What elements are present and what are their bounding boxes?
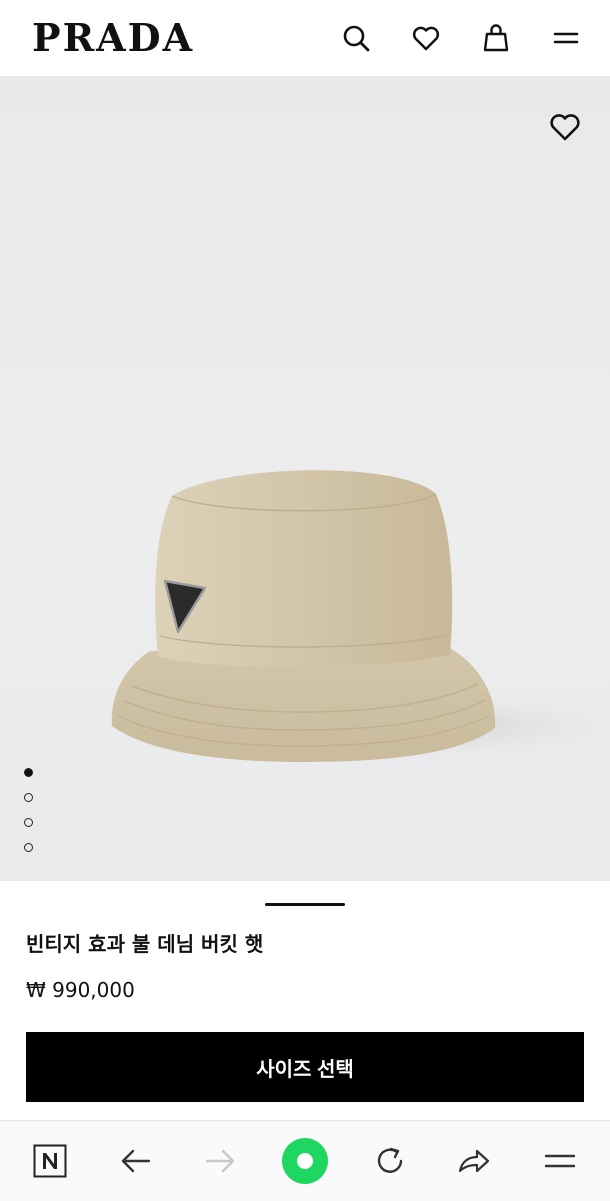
menu-icon[interactable]: [550, 22, 582, 54]
sheet-drag-handle[interactable]: [265, 903, 345, 906]
heart-icon[interactable]: [410, 22, 442, 54]
search-icon[interactable]: [340, 22, 372, 54]
home-green-dot-icon[interactable]: [280, 1136, 330, 1186]
product-image-gallery[interactable]: [0, 76, 610, 881]
naver-n-icon[interactable]: [30, 1141, 70, 1181]
shopping-bag-icon[interactable]: [480, 22, 512, 54]
back-arrow-icon[interactable]: [116, 1141, 156, 1181]
gallery-dot-4[interactable]: [24, 843, 33, 852]
wishlist-heart-icon[interactable]: [548, 110, 582, 144]
product-title: 빈티지 효과 불 데님 버킷 햇: [26, 932, 264, 956]
refresh-icon[interactable]: [370, 1141, 410, 1181]
share-icon[interactable]: [454, 1141, 494, 1181]
gallery-pagination: [24, 768, 33, 868]
browser-menu-icon[interactable]: [540, 1141, 580, 1181]
gallery-dot-3[interactable]: [24, 818, 33, 827]
product-price: ₩ 990,000: [26, 978, 135, 1002]
gallery-dot-1[interactable]: [24, 768, 33, 777]
select-size-button[interactable]: 사이즈 선택: [26, 1032, 584, 1102]
forward-arrow-icon: [200, 1141, 240, 1181]
browser-nav-bar: [0, 1120, 610, 1201]
site-header: PRADA: [0, 0, 610, 76]
gallery-dot-2[interactable]: [24, 793, 33, 802]
prada-logo[interactable]: PRADA: [32, 16, 194, 60]
product-image: [111, 470, 610, 764]
